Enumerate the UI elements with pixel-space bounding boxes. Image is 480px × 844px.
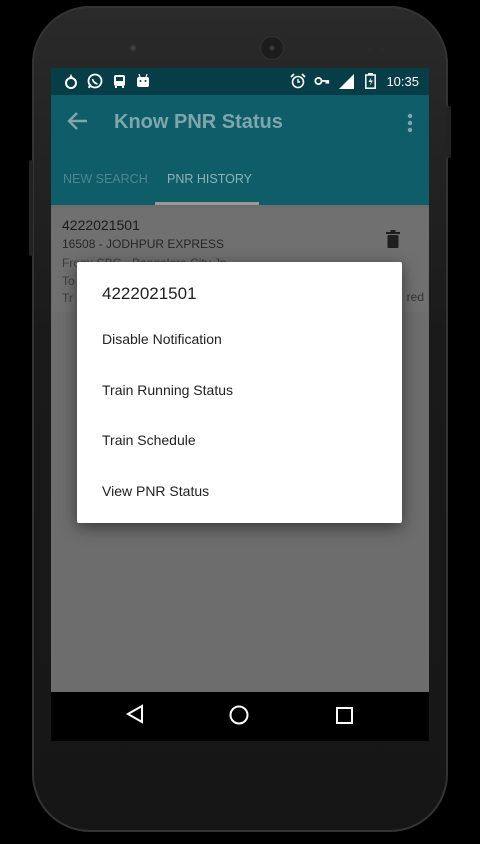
tab-indicator <box>155 202 259 205</box>
pnr-options-dialog: 4222021501 Disable Notification Train Ru… <box>77 262 402 523</box>
signal-icon <box>338 73 354 89</box>
battery-icon <box>362 73 378 89</box>
earpiece-speaker <box>261 37 283 59</box>
train-schedule-option[interactable]: Train Schedule <box>102 432 196 448</box>
dialog-title: 4222021501 <box>102 284 197 303</box>
whatsapp-icon <box>87 73 103 89</box>
light-sensor <box>380 46 385 51</box>
more-vert-icon[interactable] <box>407 113 413 138</box>
tab-new-search[interactable]: NEW SEARCH <box>63 172 148 186</box>
status-time: 10:35 <box>386 73 419 89</box>
card-pnr-number: 4222021501 <box>62 217 140 233</box>
train-running-status-option[interactable]: Train Running Status <box>102 382 233 398</box>
delete-icon[interactable] <box>386 230 400 253</box>
disable-notification-option[interactable]: Disable Notification <box>102 331 222 347</box>
key-icon <box>314 73 330 89</box>
android-icon <box>135 73 151 89</box>
alarm-icon <box>290 73 307 89</box>
nav-recents-icon[interactable] <box>336 707 353 729</box>
card-to-line: To <box>62 274 75 288</box>
arrow-back-icon[interactable] <box>67 111 89 136</box>
card-train-name: 16508 - JODHPUR EXPRESS <box>62 237 225 251</box>
train-icon <box>111 73 127 89</box>
tab-bar: NEW SEARCH PNR HISTORY <box>51 151 429 205</box>
app-bar: Know PNR Status <box>51 95 429 151</box>
app-flame-icon <box>63 73 79 89</box>
card-train-line: Tr <box>62 291 73 305</box>
tab-pnr-history[interactable]: PNR HISTORY <box>167 172 252 186</box>
navigation-bar <box>51 692 429 741</box>
nav-home-icon[interactable] <box>229 705 249 730</box>
page-title: Know PNR Status <box>114 111 283 133</box>
volume-button <box>29 160 33 256</box>
status-bar: 10:35 <box>51 68 429 95</box>
view-pnr-status-option[interactable]: View PNR Status <box>102 483 209 499</box>
proximity-sensor <box>366 46 371 51</box>
nav-back-icon[interactable] <box>125 704 144 729</box>
card-status-text: red <box>406 290 424 304</box>
device-screen: 10:35 Know PNR Status NEW SEARCH PNR HIS… <box>51 68 429 741</box>
power-button <box>446 106 451 158</box>
front-camera <box>128 43 138 53</box>
